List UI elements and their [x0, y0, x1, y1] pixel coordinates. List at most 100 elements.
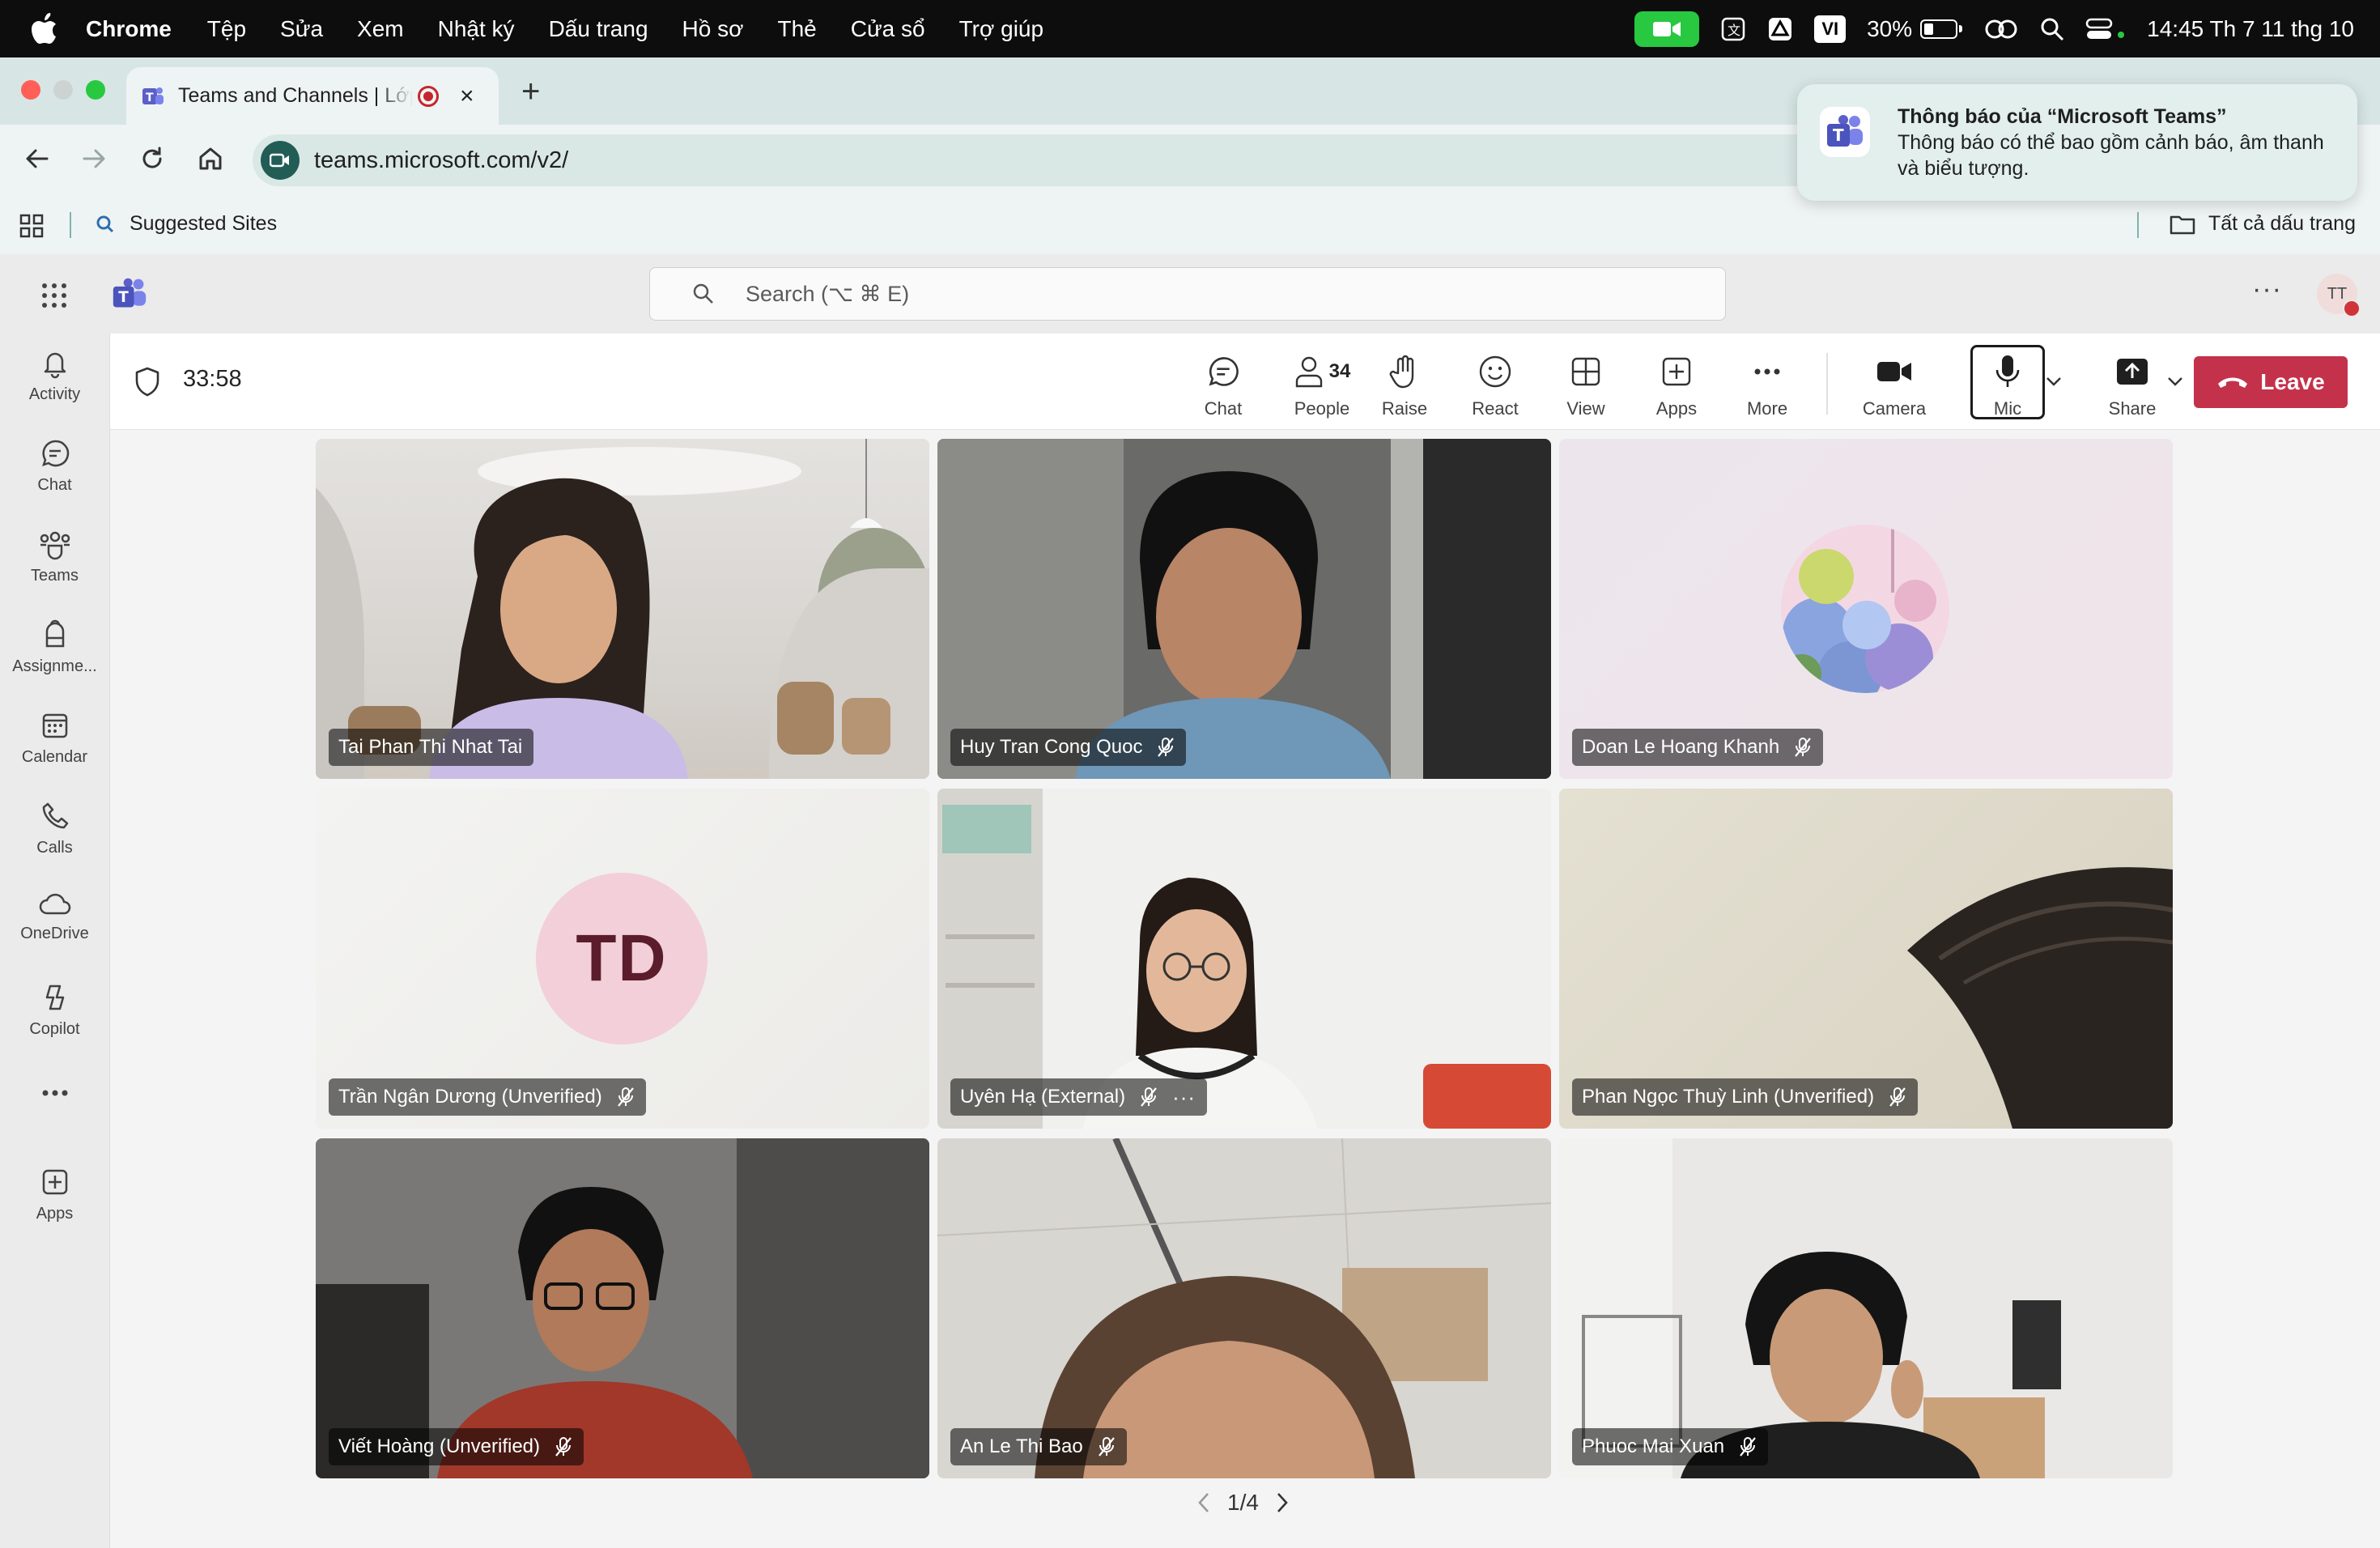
video-tile[interactable]: Phan Ngọc Thuỳ Linh (Unverified) — [1559, 789, 2173, 1129]
meeting-stage: 33:58 Chat 34 People Raise React View Ap… — [110, 334, 2380, 1548]
chevron-right-icon[interactable] — [1273, 1491, 1291, 1515]
rail-item-apps[interactable]: Apps — [0, 1166, 109, 1223]
apps-button[interactable]: Apps — [1636, 353, 1717, 419]
new-tab-button[interactable]: + — [521, 74, 540, 110]
app-launcher-icon[interactable] — [40, 282, 68, 309]
video-tile[interactable]: Phuoc Mai Xuan — [1559, 1138, 2173, 1478]
rail-label: Calendar — [21, 748, 88, 766]
reload-icon[interactable] — [136, 142, 168, 175]
notification-banner[interactable]: T Thông báo của “Microsoft Teams” Thông … — [1797, 84, 2357, 201]
video-tile[interactable]: An Le Thi Bao — [937, 1138, 1551, 1478]
tab-close-icon[interactable]: × — [460, 83, 474, 110]
menu-edit[interactable]: Sửa — [280, 16, 323, 42]
bookmark-suggested-sites[interactable]: Suggested Sites — [96, 212, 277, 236]
hang-up-phone-icon — [2218, 377, 2248, 388]
window-zoom-button[interactable] — [86, 80, 105, 100]
settings-more-icon[interactable]: ··· — [2252, 274, 2282, 305]
people-count: 34 — [1328, 360, 1351, 382]
forward-arrow-icon[interactable] — [78, 142, 110, 175]
rail-label: Copilot — [29, 1020, 80, 1038]
menu-history[interactable]: Nhật ký — [438, 16, 515, 42]
raised-hand-icon — [1389, 355, 1414, 389]
url-text[interactable]: teams.microsoft.com/v2/ — [314, 147, 568, 174]
back-arrow-icon[interactable] — [21, 142, 53, 175]
home-icon[interactable] — [194, 142, 227, 175]
microphone-icon — [1995, 355, 2020, 387]
mic-muted-icon — [1889, 1087, 1906, 1107]
apple-icon[interactable] — [31, 12, 58, 45]
apps-grid-icon[interactable] — [19, 214, 44, 238]
control-center-icon[interactable] — [2085, 17, 2126, 41]
search-icon — [693, 283, 713, 304]
rail-item-activity[interactable]: Activity — [0, 347, 109, 404]
window-close-button[interactable] — [21, 80, 40, 100]
all-bookmarks-button[interactable]: Tất cả dấu trang — [2170, 212, 2356, 236]
video-tile[interactable]: Uyên Hạ (External) ··· — [937, 789, 1551, 1129]
leave-button[interactable]: Leave — [2194, 356, 2348, 408]
menubar-clock[interactable]: 14:45 Th 7 11 thg 10 — [2147, 16, 2354, 42]
view-button[interactable]: View — [1545, 353, 1626, 419]
rail-item-calendar[interactable]: Calendar — [0, 709, 109, 767]
site-info-icon[interactable] — [261, 141, 300, 180]
rail-item-copilot[interactable]: Copilot — [0, 981, 109, 1039]
menu-bookmarks[interactable]: Dấu trang — [549, 16, 648, 42]
rail-more-apps-button[interactable] — [0, 1088, 109, 1104]
video-tile[interactable]: TD Trần Ngân Dương (Unverified) — [316, 789, 929, 1129]
video-tile[interactable]: Tai Phan Thi Nhat Tai — [316, 439, 929, 779]
view-label: View — [1566, 398, 1605, 419]
presence-status-badge — [2343, 300, 2361, 317]
react-button[interactable]: React — [1455, 353, 1536, 419]
video-tile[interactable]: Viết Hoàng (Unverified) — [316, 1138, 929, 1478]
participant-avatar — [1781, 525, 1949, 693]
camera-button[interactable]: Camera — [1846, 353, 1943, 419]
meeting-control-bar: 33:58 Chat 34 People Raise React View Ap… — [110, 334, 2380, 430]
screen-mirroring-icon[interactable] — [1983, 17, 2019, 41]
window-minimize-button[interactable] — [53, 80, 73, 100]
participant-options-icon[interactable]: ··· — [1172, 1085, 1196, 1110]
more-button[interactable]: More — [1727, 353, 1808, 419]
rail-item-calls[interactable]: Calls — [0, 800, 109, 857]
menu-profiles[interactable]: Hồ sơ — [682, 16, 744, 42]
mic-muted-icon — [1098, 1437, 1115, 1457]
rail-item-teams[interactable]: Teams — [0, 528, 109, 585]
cloud-icon — [39, 893, 70, 915]
menu-window[interactable]: Cửa sổ — [851, 16, 925, 42]
drive-icon[interactable] — [1767, 16, 1793, 42]
video-camera-icon — [1877, 362, 1911, 381]
leave-label: Leave — [2260, 369, 2325, 394]
participant-video — [1559, 1138, 2173, 1478]
input-source-badge[interactable]: VI — [1814, 15, 1847, 43]
mic-button[interactable]: Mic — [1967, 353, 2048, 419]
raise-hand-button[interactable]: Raise — [1364, 353, 1445, 419]
user-avatar[interactable]: TT — [2317, 274, 2361, 317]
rail-item-onedrive[interactable]: OneDrive — [0, 891, 109, 943]
chat-button[interactable]: Chat — [1183, 353, 1264, 419]
camera-label: Camera — [1862, 398, 1927, 419]
rail-label: Apps — [36, 1205, 74, 1223]
share-button[interactable]: Share — [2092, 353, 2173, 419]
participant-video — [316, 1138, 929, 1478]
battery-status[interactable]: 30% — [1867, 16, 1963, 42]
video-tile[interactable]: Huy Tran Cong Quoc — [937, 439, 1551, 779]
macos-menu-bar: Chrome Tệp Sửa Xem Nhật ký Dấu trang Hồ … — [0, 0, 2380, 57]
shield-icon[interactable] — [133, 366, 162, 397]
translate-icon[interactable]: 文 — [1720, 16, 1746, 42]
menu-file[interactable]: Tệp — [207, 16, 246, 42]
teams-search-input[interactable]: Search (⌥ ⌘ E) — [649, 267, 1726, 321]
camera-in-use-indicator[interactable] — [1634, 11, 1700, 47]
menu-tab[interactable]: Thẻ — [777, 16, 816, 42]
menu-app-chrome[interactable]: Chrome — [86, 16, 172, 42]
browser-tab-teams[interactable]: T Teams and Channels | Lớp × — [126, 67, 499, 125]
rail-item-assignments[interactable]: Assignme... — [0, 619, 109, 676]
participant-name: Phan Ngọc Thuỳ Linh (Unverified) — [1582, 1086, 1875, 1108]
mic-label: Mic — [1993, 398, 2022, 419]
menu-help[interactable]: Trợ giúp — [959, 16, 1043, 42]
rail-item-chat[interactable]: Chat — [0, 437, 109, 495]
video-tile[interactable]: Doan Le Hoang Khanh — [1559, 439, 2173, 779]
people-button[interactable]: 34 People — [1273, 353, 1371, 419]
notification-title: Thông báo của “Microsoft Teams” — [1898, 105, 2227, 128]
participant-video — [316, 439, 929, 779]
menu-view[interactable]: Xem — [357, 16, 404, 42]
spotlight-search-icon[interactable] — [2040, 17, 2064, 41]
chevron-left-icon[interactable] — [1195, 1491, 1213, 1515]
